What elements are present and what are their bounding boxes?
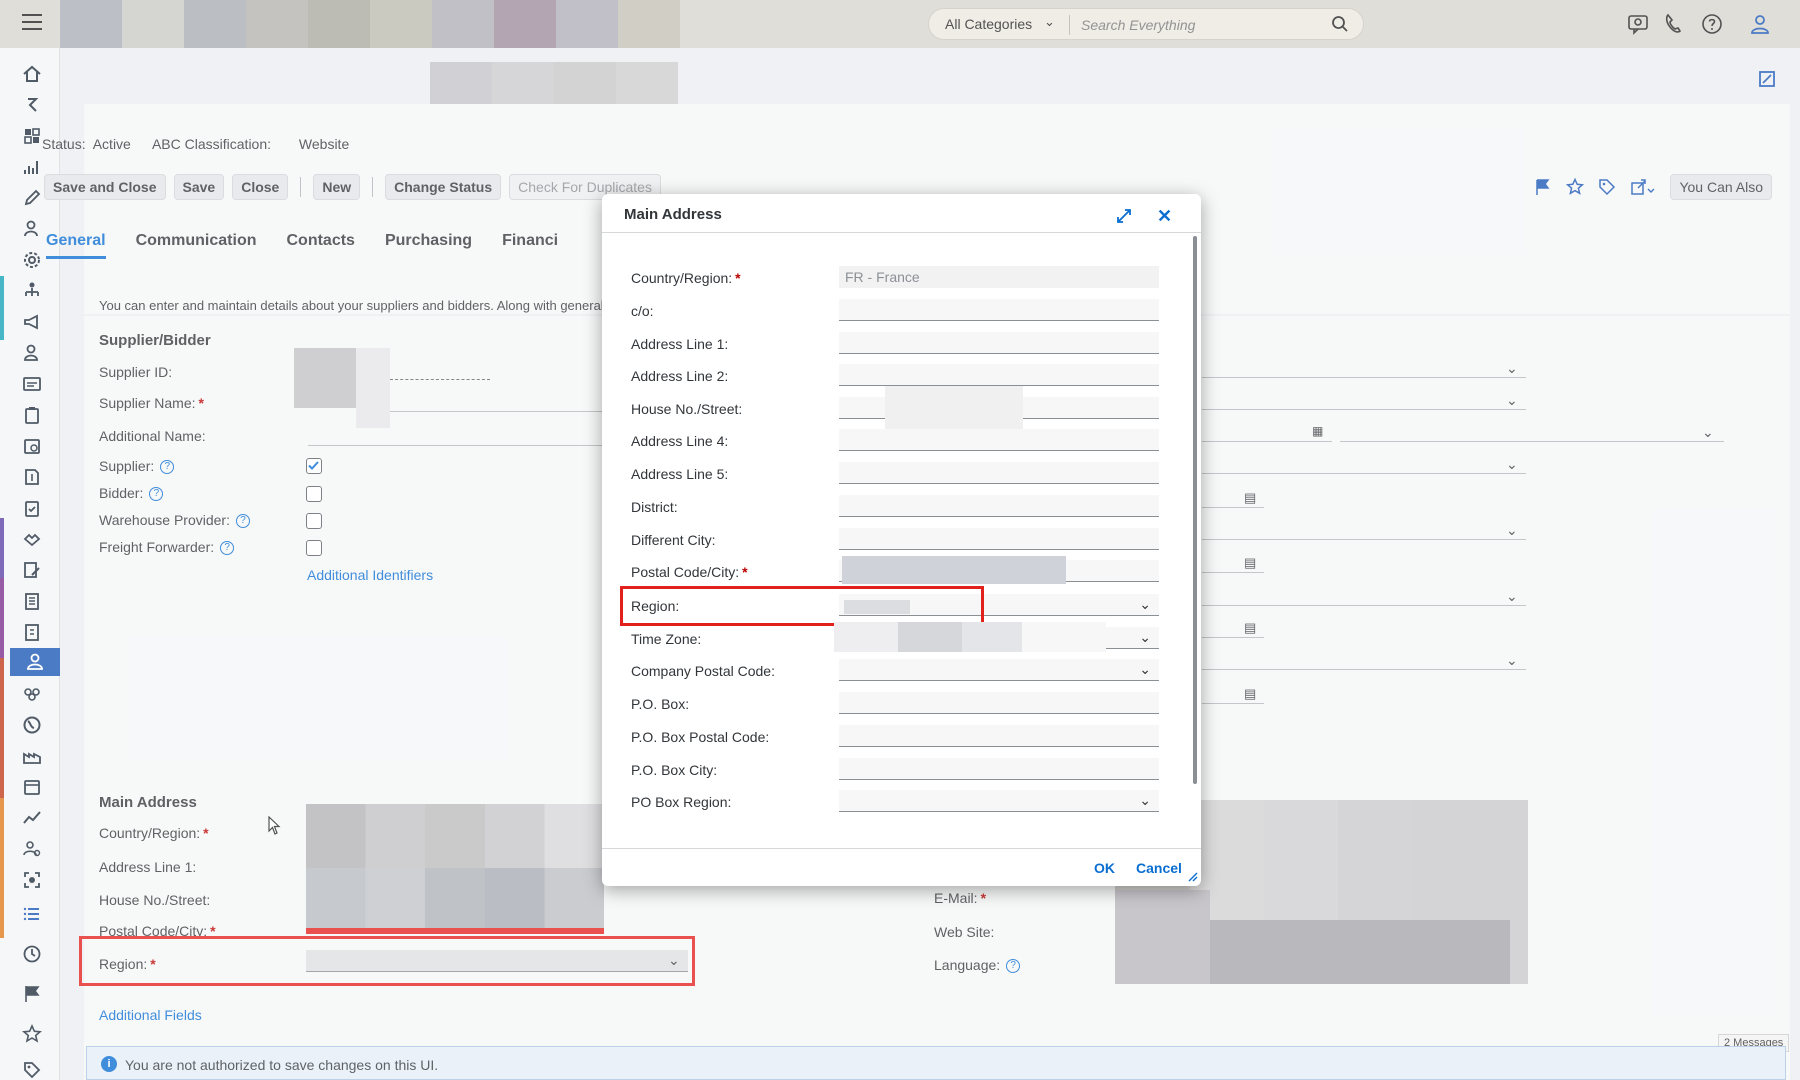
- blurred-time-zone-value: [962, 622, 1022, 652]
- dlg-po-box-input[interactable]: [839, 692, 1159, 714]
- dlg-po-box-postal-code-input[interactable]: [839, 725, 1159, 747]
- dlg-address-line-2-label: Address Line 2:: [631, 368, 729, 384]
- blurred-time-zone-value: [1022, 622, 1106, 652]
- dlg-house-no-street-label: House No./Street:: [631, 401, 743, 417]
- ok-button[interactable]: OK: [1094, 860, 1115, 876]
- resize-handle-icon[interactable]: [1188, 872, 1198, 882]
- dialog-footer-divider: [602, 848, 1201, 849]
- chevron-down-icon[interactable]: ⌄: [1139, 596, 1151, 613]
- dlg-country-region-input[interactable]: [839, 266, 1159, 288]
- blurred-postal-code-value: [842, 556, 1066, 584]
- expand-icon[interactable]: [1116, 208, 1132, 224]
- dlg-po-box-city-input[interactable]: [839, 758, 1159, 780]
- dlg-address-line-5-input[interactable]: [839, 462, 1159, 484]
- dlg-po-box-region-label: PO Box Region:: [631, 794, 732, 810]
- blurred-time-zone-value: [898, 622, 962, 652]
- dlg-different-city-input[interactable]: [839, 528, 1159, 550]
- dlg-address-line-1-input[interactable]: [839, 332, 1159, 354]
- dlg-company-postal-code-label: Company Postal Code:: [631, 663, 775, 679]
- dlg-po-box-label: P.O. Box:: [631, 696, 690, 712]
- dlg-postal-code-city-label: Postal Code/City: *: [631, 564, 748, 580]
- dlg-address-line-4-input[interactable]: [839, 429, 1159, 451]
- dlg-different-city-label: Different City:: [631, 532, 716, 548]
- dlg-co-label: c/o:: [631, 303, 654, 319]
- main-address-dialog: Main Address ✕ Country/Region:* c/o: Add…: [602, 194, 1201, 886]
- dlg-address-line-1-label: Address Line 1:: [631, 336, 729, 352]
- close-icon[interactable]: ✕: [1157, 206, 1172, 227]
- dlg-country-region-label: Country/Region: *: [631, 270, 741, 286]
- chevron-down-icon[interactable]: ⌄: [1139, 629, 1151, 646]
- blurred-time-zone-value: [834, 622, 898, 652]
- dlg-co-input[interactable]: [839, 299, 1159, 321]
- dlg-po-box-city-label: P.O. Box City:: [631, 762, 718, 778]
- dlg-district-input[interactable]: [839, 495, 1159, 517]
- cancel-button[interactable]: Cancel: [1136, 860, 1182, 876]
- dlg-region-highlight-frame: [620, 586, 984, 626]
- dlg-address-line-5-label: Address Line 5:: [631, 466, 729, 482]
- dialog-header-divider: [602, 232, 1201, 233]
- dialog-scrollbar[interactable]: [1193, 236, 1197, 784]
- dlg-country-region-text: Country/Region:: [631, 270, 733, 286]
- dlg-address-line-4-label: Address Line 4:: [631, 433, 729, 449]
- dialog-title: Main Address: [624, 206, 722, 223]
- dlg-time-zone-label: Time Zone:: [631, 631, 702, 647]
- dlg-address-line-2-input[interactable]: [839, 364, 1159, 386]
- chevron-down-icon[interactable]: ⌄: [1139, 792, 1151, 809]
- chevron-down-icon[interactable]: ⌄: [1139, 661, 1151, 678]
- dlg-po-box-region-select[interactable]: ⌄: [839, 790, 1159, 812]
- dlg-company-postal-code-select[interactable]: ⌄: [839, 659, 1159, 681]
- dlg-postal-code-city-text: Postal Code/City:: [631, 564, 740, 580]
- dlg-district-label: District:: [631, 499, 678, 515]
- dlg-po-box-postal-code-label: P.O. Box Postal Code:: [631, 729, 770, 745]
